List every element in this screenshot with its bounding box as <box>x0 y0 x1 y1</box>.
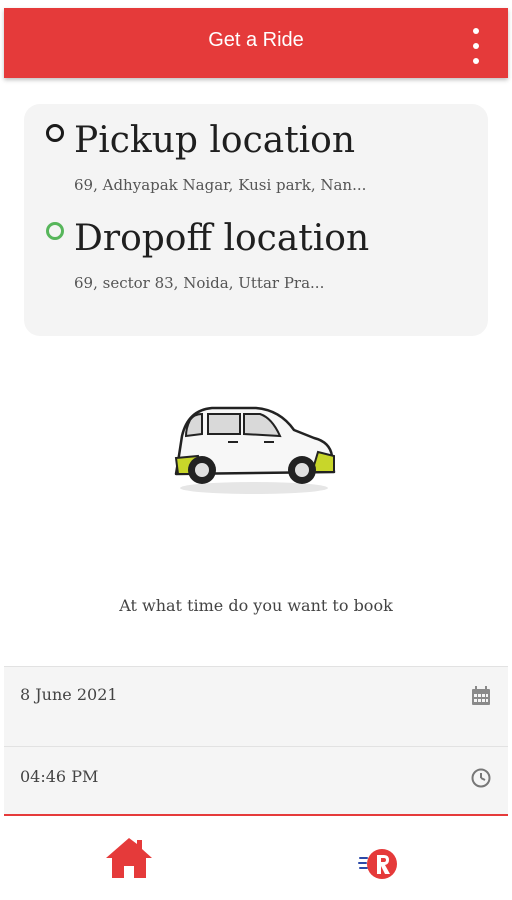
location-card: Pickup location 69, Adhyapak Nagar, Kusi… <box>24 104 488 336</box>
clock-icon[interactable] <box>470 767 492 789</box>
calendar-icon[interactable] <box>470 685 492 707</box>
app-title: Get a Ride <box>208 29 304 51</box>
booking-question: At what time do you want to book <box>119 596 393 615</box>
ride-logo-icon[interactable] <box>358 844 400 886</box>
dropoff-address: 69, sector 83, Noida, Uttar Pra... <box>74 274 325 292</box>
dropoff-location-row[interactable]: Dropoff location 69, sector 83, Noida, U… <box>24 204 488 314</box>
home-icon[interactable] <box>104 834 154 882</box>
date-field[interactable]: 8 June 2021 <box>4 666 508 747</box>
dropoff-dot-icon <box>46 222 64 240</box>
dropoff-title: Dropoff location <box>74 218 370 259</box>
pickup-address: 69, Adhyapak Nagar, Kusi park, Nan... <box>74 176 367 194</box>
time-field[interactable]: 04:46 PM <box>4 746 508 815</box>
more-vert-icon[interactable] <box>470 28 482 64</box>
pickup-location-row[interactable]: Pickup location 69, Adhyapak Nagar, Kusi… <box>24 104 488 204</box>
pickup-title: Pickup location <box>74 120 356 161</box>
date-value: 8 June 2021 <box>20 685 118 704</box>
bottom-nav <box>4 814 508 900</box>
pickup-dot-icon <box>46 124 64 142</box>
car-illustration <box>174 406 336 494</box>
time-value: 04:46 PM <box>20 767 99 786</box>
app-bar: Get a Ride <box>4 8 508 78</box>
